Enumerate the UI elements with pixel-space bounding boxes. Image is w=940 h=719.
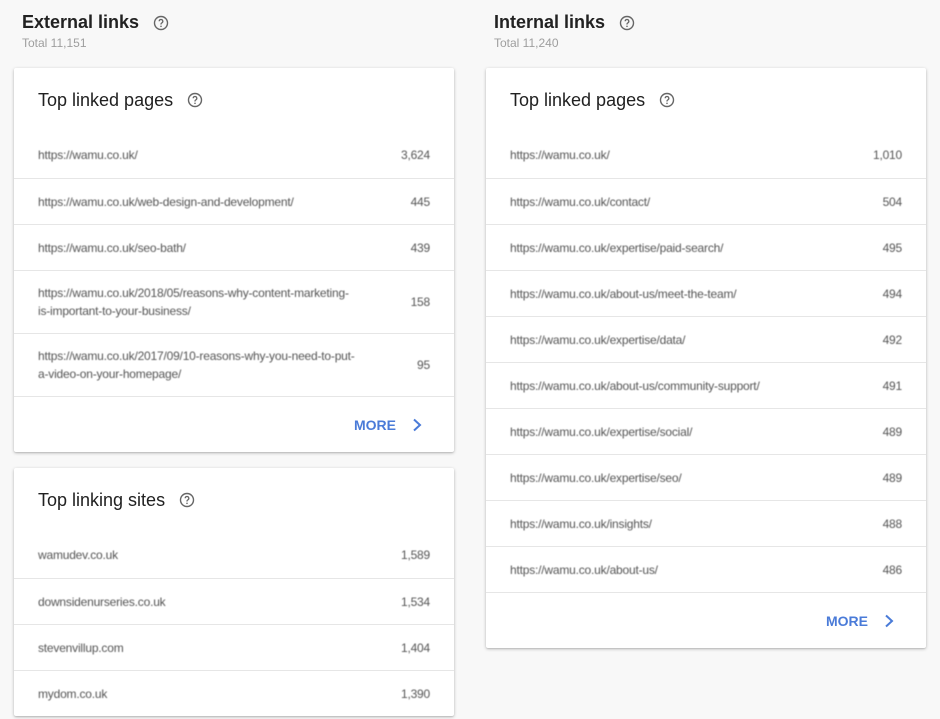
table-row[interactable]: https://wamu.co.uk/ 3,624 (14, 132, 454, 178)
card-title: Top linked pages (510, 89, 646, 110)
row-url: https://wamu.co.uk/expertise/paid-search… (510, 240, 724, 255)
more-button[interactable]: MORE (354, 417, 422, 433)
table-row[interactable]: https://wamu.co.uk/2017/09/10-reasons-wh… (14, 333, 454, 396)
internal-links-total: Total 11,240 (494, 36, 559, 50)
table-row[interactable]: https://wamu.co.uk/2018/05/reasons-why-c… (14, 270, 454, 333)
external-top-linking-sites-card: Top linking sites wamudev.co.uk 1,589 do… (14, 468, 454, 716)
card-title: Top linking sites (38, 489, 166, 510)
external-links-header: External links Total 11,151 (14, 0, 454, 68)
row-count: 1,589 (400, 548, 430, 562)
table-row[interactable]: https://wamu.co.uk/about-us/ 486 (486, 546, 926, 592)
table-row[interactable]: https://wamu.co.uk/expertise/paid-search… (486, 224, 926, 270)
row-site: downsidenurseries.co.uk (38, 594, 166, 609)
row-count: 1,390 (400, 686, 430, 701)
internal-links-header: Internal links Total 11,240 (486, 0, 926, 68)
more-button-label: MORE (354, 416, 396, 433)
row-count: 1,010 (872, 148, 902, 162)
table-row[interactable]: https://wamu.co.uk/expertise/data/ 492 (486, 316, 926, 362)
row-site: wamudev.co.uk (38, 548, 118, 562)
row-count: 486 (882, 562, 903, 577)
row-count: 445 (410, 194, 431, 209)
row-url: https://wamu.co.uk/2018/05/reasons-why-c… (38, 286, 349, 318)
more-button[interactable]: MORE (826, 613, 894, 629)
more-button-label: MORE (826, 612, 868, 629)
row-count: 1,534 (400, 594, 430, 609)
chevron-right-icon (413, 418, 422, 431)
help-icon[interactable] (179, 492, 195, 508)
table-row[interactable]: stevenvillup.com 1,404 (14, 624, 454, 670)
help-icon[interactable] (187, 92, 203, 108)
internal-links-column: Internal links Total 11,240 Top linked p… (486, 0, 926, 648)
row-count: 494 (882, 286, 903, 301)
table-row[interactable]: https://wamu.co.uk/seo-bath/ 439 (14, 224, 454, 270)
table-row[interactable]: https://wamu.co.uk/contact/ 504 (486, 178, 926, 224)
row-url: https://wamu.co.uk/contact/ (510, 194, 651, 209)
internal-links-title: Internal links (494, 12, 606, 32)
external-links-title: External links (22, 12, 140, 32)
row-url: https://wamu.co.uk/about-us/ (510, 562, 658, 577)
row-count: 158 (410, 295, 431, 309)
row-count: 95 (417, 358, 430, 372)
table-row[interactable]: downsidenurseries.co.uk 1,534 (14, 578, 454, 624)
row-count: 492 (882, 332, 903, 347)
row-url: https://wamu.co.uk/expertise/data/ (510, 332, 686, 347)
row-url: https://wamu.co.uk/expertise/seo/ (510, 470, 682, 485)
row-url: https://wamu.co.uk/seo-bath/ (38, 240, 186, 255)
row-count: 489 (882, 424, 903, 439)
external-top-linked-pages-card: Top linked pages https://wamu.co.uk/ 3,6… (14, 68, 454, 452)
table-row[interactable]: https://wamu.co.uk/about-us/meet-the-tea… (486, 270, 926, 316)
help-icon[interactable] (619, 15, 635, 31)
row-site: mydom.co.uk (38, 686, 108, 701)
row-url: https://wamu.co.uk/about-us/community-su… (510, 378, 760, 393)
row-count: 491 (882, 378, 903, 393)
table-row[interactable]: https://wamu.co.uk/expertise/seo/ 489 (486, 454, 926, 500)
table-row[interactable]: mydom.co.uk 1,390 (14, 670, 454, 716)
help-icon[interactable] (659, 92, 675, 108)
external-links-total: Total 11,151 (22, 36, 87, 50)
table-row[interactable]: wamudev.co.uk 1,589 (14, 532, 454, 578)
row-url: https://wamu.co.uk/about-us/meet-the-tea… (510, 286, 737, 301)
table-row[interactable]: https://wamu.co.uk/web-design-and-develo… (14, 178, 454, 224)
row-count: 504 (882, 194, 903, 209)
table-row[interactable]: https://wamu.co.uk/about-us/community-su… (486, 362, 926, 408)
row-url: https://wamu.co.uk/ (510, 148, 610, 162)
table-row[interactable]: https://wamu.co.uk/expertise/social/ 489 (486, 408, 926, 454)
row-count: 1,404 (400, 640, 430, 655)
row-url: https://wamu.co.uk/insights/ (510, 516, 652, 531)
row-url: https://wamu.co.uk/2017/09/10-reasons-wh… (38, 349, 355, 381)
internal-top-linked-pages-card: Top linked pages https://wamu.co.uk/ 1,0… (486, 68, 926, 648)
card-title: Top linked pages (38, 89, 174, 110)
row-count: 3,624 (400, 148, 430, 162)
row-url: https://wamu.co.uk/web-design-and-develo… (38, 194, 294, 209)
row-site: stevenvillup.com (38, 640, 124, 655)
row-count: 489 (882, 470, 903, 485)
row-count: 488 (882, 516, 903, 531)
chevron-right-icon (885, 614, 894, 627)
help-icon[interactable] (153, 15, 169, 31)
table-row[interactable]: https://wamu.co.uk/insights/ 488 (486, 500, 926, 546)
row-count: 495 (882, 240, 903, 255)
row-url: https://wamu.co.uk/ (38, 148, 138, 162)
table-row[interactable]: https://wamu.co.uk/ 1,010 (486, 132, 926, 178)
row-url: https://wamu.co.uk/expertise/social/ (510, 424, 693, 439)
row-count: 439 (410, 240, 431, 255)
external-links-column: External links Total 11,151 Top linked p… (14, 0, 454, 716)
